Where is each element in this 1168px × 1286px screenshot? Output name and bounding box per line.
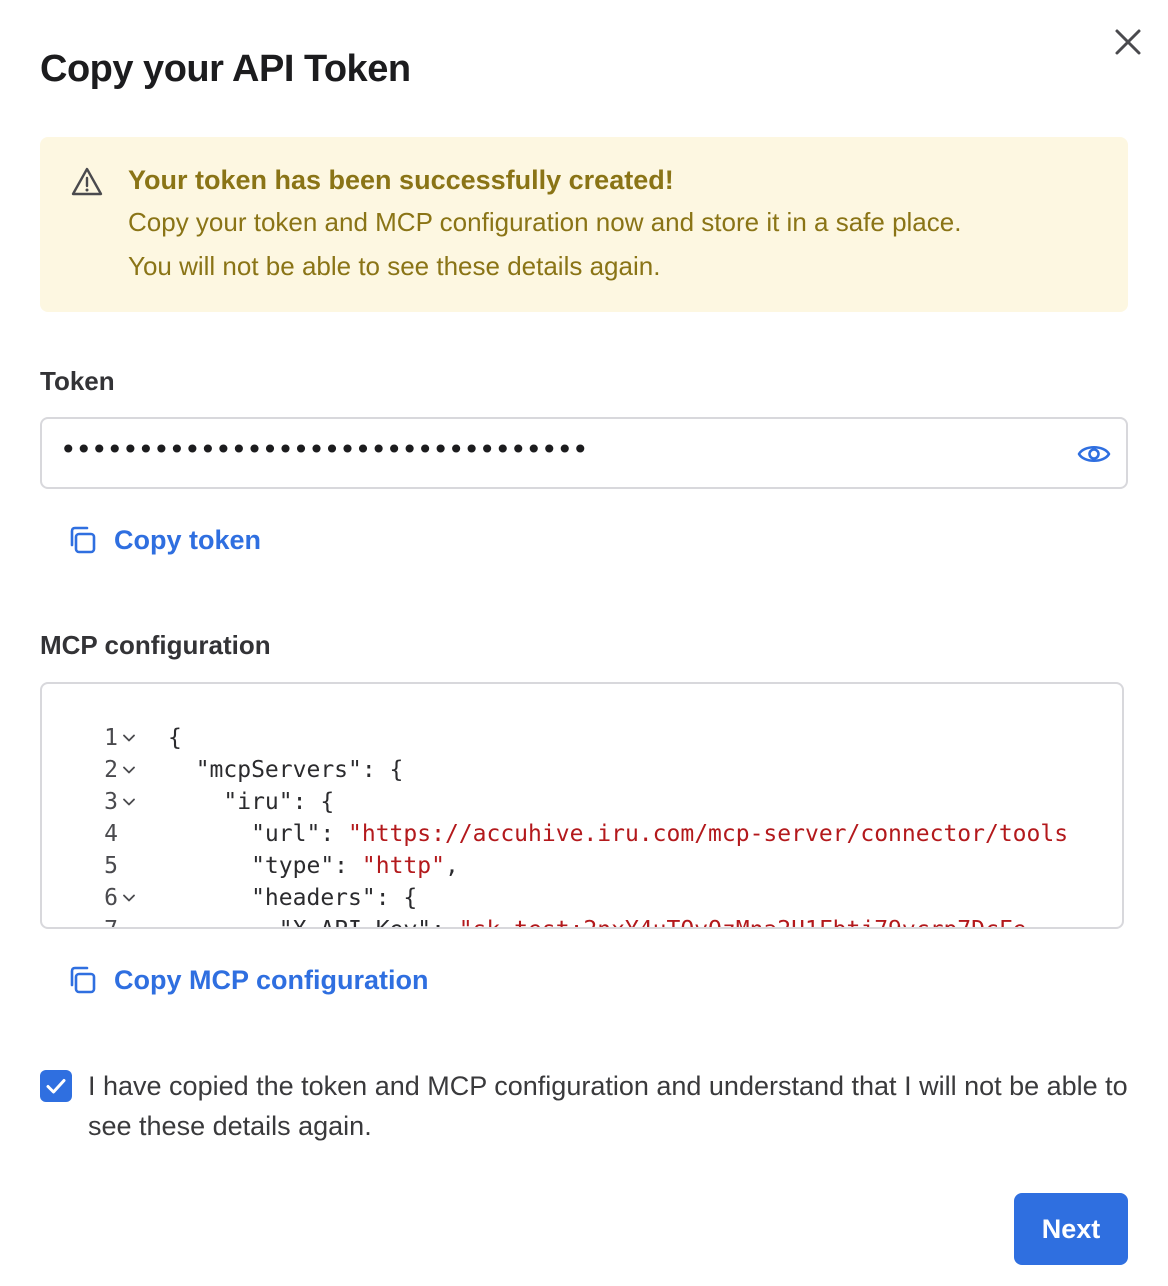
close-icon: [1115, 29, 1141, 55]
code-line: 5 "type": "http",: [42, 850, 1122, 882]
line-number: 5: [104, 853, 118, 879]
copy-icon: [70, 966, 96, 994]
line-number: 2: [104, 757, 118, 783]
token-field[interactable]: ••••••••••••••••••••••••••••••••••: [40, 417, 1128, 489]
copy-token-label: Copy token: [114, 524, 262, 555]
fold-chevron-icon[interactable]: [122, 882, 140, 914]
code-text: "headers": {: [168, 885, 418, 911]
code-text: "type": "http",: [168, 850, 459, 882]
code-string: "sk_test:2nxY4uTQvOzMna2U1Fbtj79vcrp7DcF…: [459, 917, 1027, 927]
reveal-token-button[interactable]: [1076, 437, 1112, 471]
line-number: 6: [104, 885, 118, 911]
copy-icon: [70, 526, 96, 554]
token-label: Token: [40, 366, 115, 396]
token-masked-value: ••••••••••••••••••••••••••••••••••: [60, 433, 589, 466]
fold-chevron-icon[interactable]: [122, 786, 140, 818]
code-string: "https://accuhive.iru.com/mcp-server/con…: [348, 821, 1069, 847]
mcp-code-editor[interactable]: 1{2 "mcpServers": {3 "iru": {4 "url": "h…: [40, 682, 1124, 929]
close-button[interactable]: [1108, 22, 1148, 62]
code-line: 2 "mcpServers": {: [42, 754, 1122, 786]
code-string: "http": [361, 853, 445, 879]
code-text: {: [168, 725, 182, 751]
success-alert: Your token has been successfully created…: [40, 137, 1128, 312]
code-line: 7 "X-API-Key": "sk_test:2nxY4uTQvOzMna2U…: [42, 914, 1122, 927]
confirm-checkbox[interactable]: [40, 1070, 72, 1102]
code-line: 1{: [42, 722, 1122, 754]
code-key: "type":: [168, 853, 362, 879]
fold-chevron-icon[interactable]: [122, 722, 140, 754]
code-line: 6 "headers": {: [42, 882, 1122, 914]
code-text: "mcpServers": {: [168, 757, 404, 783]
alert-message-line-1: Copy your token and MCP configuration no…: [128, 207, 962, 237]
alert-message-line-2: You will not be able to see these detail…: [128, 251, 661, 281]
confirm-checkbox-label[interactable]: I have copied the token and MCP configur…: [88, 1066, 1128, 1146]
copy-mcp-config-label: Copy MCP configuration: [114, 964, 429, 995]
code-lines: 1{2 "mcpServers": {3 "iru": {4 "url": "h…: [42, 722, 1122, 927]
line-number: 1: [104, 725, 118, 751]
code-text: "iru": {: [168, 789, 335, 815]
code-line: 4 "url": "https://accuhive.iru.com/mcp-s…: [42, 818, 1122, 850]
copy-mcp-config-button[interactable]: Copy MCP configuration: [66, 964, 429, 996]
fold-chevron-icon[interactable]: [122, 754, 140, 786]
copy-token-button[interactable]: Copy token: [66, 524, 261, 556]
warning-triangle-icon: [71, 167, 103, 196]
code-line: 3 "iru": {: [42, 786, 1122, 818]
mcp-config-label: MCP configuration: [40, 630, 271, 660]
dialog-title: Copy your API Token: [40, 48, 411, 90]
line-number: 3: [104, 789, 118, 815]
code-key: "url":: [168, 821, 349, 847]
next-button[interactable]: Next: [1014, 1193, 1128, 1265]
line-number: 4: [104, 821, 118, 847]
code-text: "url": "https://accuhive.iru.com/mcp-ser…: [168, 818, 1068, 850]
alert-title: Your token has been successfully created…: [128, 165, 674, 195]
checkmark-icon: [46, 1079, 66, 1094]
eye-icon: [1077, 445, 1111, 463]
code-key: "X-API-Key":: [168, 917, 459, 927]
code-text: "X-API-Key": "sk_test:2nxY4uTQvOzMna2U1F…: [168, 914, 1027, 927]
line-number: 7: [78, 914, 118, 927]
code-punctuation: ,: [444, 853, 459, 879]
